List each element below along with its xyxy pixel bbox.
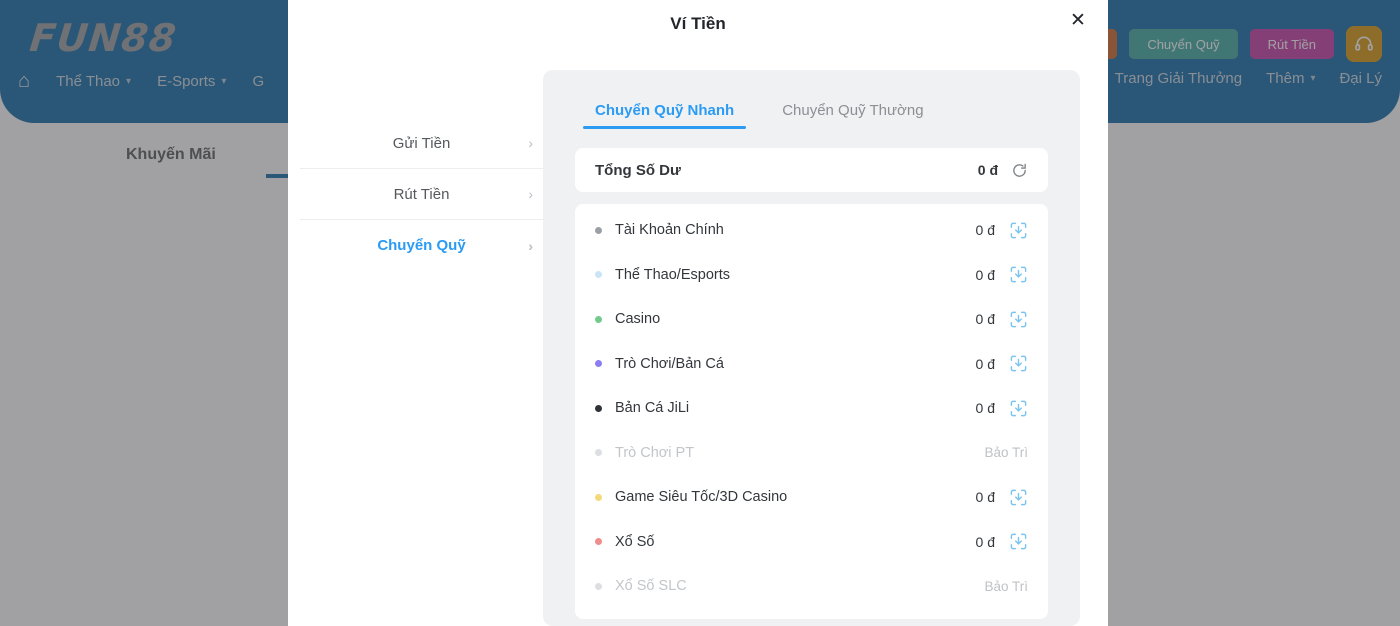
wallet-name: Game Siêu Tốc/3D Casino — [615, 489, 788, 506]
wallet-name: Trò Chơi PT — [615, 444, 695, 461]
transfer-tab-bar: Chuyển Quỹ Nhanh Chuyển Quỹ Thường — [582, 70, 1048, 129]
sidebar-item-label: Rút Tiền — [393, 185, 450, 203]
wallet-content-panel: Chuyển Quỹ Nhanh Chuyển Quỹ Thường Tổng … — [543, 70, 1080, 626]
download-to-tray-icon[interactable] — [1009, 488, 1028, 507]
wallet-row-right: 0 đ — [976, 265, 1028, 284]
wallet-color-dot — [595, 493, 602, 501]
total-balance-card: Tổng Số Dư 0 đ — [575, 148, 1048, 192]
wallet-color-dot — [595, 538, 602, 546]
sidebar-item-label: Chuyển Quỹ — [377, 237, 466, 254]
wallet-name: Bản Cá JiLi — [615, 400, 690, 417]
wallet-amount: 0 đ — [975, 489, 995, 506]
modal-title: Ví Tiền — [670, 14, 726, 33]
chevron-right-icon: › — [528, 135, 533, 151]
wallet-color-dot — [595, 582, 602, 590]
wallet-name: Tài Khoản Chính — [615, 222, 724, 239]
download-to-tray-icon[interactable] — [1009, 310, 1028, 329]
sidebar-item-chuyen-quy[interactable]: Chuyển Quỹ › — [300, 220, 543, 271]
close-icon[interactable]: ✕ — [1064, 6, 1092, 34]
modal-header: Ví Tiền ✕ — [288, 0, 1108, 48]
wallet-color-dot — [595, 360, 602, 368]
wallet-row-right: Bảo Trì — [984, 445, 1028, 460]
wallet-amount: 0 đ — [975, 222, 995, 239]
wallet-row-right: 0 đ — [976, 221, 1028, 240]
wallet-row: Xổ Số 0 đ — [595, 520, 1028, 565]
wallet-amount: 0 đ — [975, 355, 995, 372]
wallet-status-badge: Bảo Trì — [984, 578, 1028, 594]
wallet-color-dot — [595, 226, 602, 234]
wallet-name: Trò Chơi/Bản Cá — [615, 355, 724, 372]
wallet-amount: 0 đ — [975, 266, 995, 283]
download-to-tray-icon[interactable] — [1009, 399, 1028, 418]
wallet-row: Bản Cá JiLi 0 đ — [595, 386, 1028, 431]
chevron-right-icon: › — [528, 237, 533, 254]
total-balance-amount: 0 đ — [977, 162, 998, 178]
total-balance-label: Tổng Số Dư — [595, 161, 681, 179]
modal-body: Gửi Tiền › Rút Tiền › Chuyển Quỹ › Chuyể… — [288, 48, 1108, 626]
wallet-row: Game Siêu Tốc/3D Casino 0 đ — [595, 475, 1028, 520]
wallet-row-right: 0 đ — [976, 399, 1028, 418]
download-to-tray-icon[interactable] — [1009, 354, 1028, 373]
wallet-row: Tài Khoản Chính 0 đ — [595, 208, 1028, 253]
wallet-row: Casino 0 đ — [595, 297, 1028, 342]
wallet-row-right: 0 đ — [976, 310, 1028, 329]
wallet-amount: 0 đ — [975, 311, 995, 328]
wallet-name: Casino — [615, 311, 661, 328]
wallet-row-right: Bảo Trì — [984, 579, 1028, 594]
wallet-name: Xổ Số SLC — [615, 578, 687, 595]
wallet-sidebar: Gửi Tiền › Rút Tiền › Chuyển Quỹ › — [300, 70, 543, 626]
tab-chuyen-quy-nhanh[interactable]: Chuyển Quỹ Nhanh — [582, 90, 747, 129]
wallet-modal: Ví Tiền ✕ Gửi Tiền › Rút Tiền › Chuyển Q… — [288, 0, 1108, 626]
wallet-name: Thể Thao/Esports — [615, 266, 730, 283]
refresh-icon[interactable] — [1011, 162, 1028, 179]
wallet-list-card: Tài Khoản Chính 0 đ Thể Thao/Esports 0 đ Cas… — [575, 204, 1048, 619]
wallet-color-dot — [595, 404, 602, 412]
wallet-row: Thể Thao/Esports 0 đ — [595, 253, 1028, 298]
wallet-row: Trò Chơi PT Bảo Trì — [595, 431, 1028, 476]
sidebar-item-label: Gửi Tiền — [392, 134, 451, 152]
sidebar-item-gui-tien[interactable]: Gửi Tiền › — [300, 118, 543, 169]
wallet-row: Trò Chơi/Bản Cá 0 đ — [595, 342, 1028, 387]
wallet-color-dot — [595, 271, 602, 279]
wallet-row-right: 0 đ — [976, 354, 1028, 373]
wallet-color-dot — [595, 315, 602, 323]
download-to-tray-icon[interactable] — [1009, 221, 1028, 240]
wallet-amount: 0 đ — [975, 533, 995, 550]
chevron-right-icon: › — [528, 186, 533, 202]
wallet-status-badge: Bảo Trì — [984, 445, 1028, 461]
wallet-name: Xổ Số — [615, 533, 655, 550]
wallet-color-dot — [595, 449, 602, 457]
download-to-tray-icon[interactable] — [1009, 265, 1028, 284]
download-to-tray-icon[interactable] — [1009, 532, 1028, 551]
wallet-row: Xổ Số SLC Bảo Trì — [595, 564, 1028, 609]
tab-chuyen-quy-thuong[interactable]: Chuyển Quỹ Thường — [778, 90, 927, 129]
wallet-row-right: 0 đ — [976, 532, 1028, 551]
wallet-amount: 0 đ — [975, 400, 995, 417]
wallet-row-right: 0 đ — [976, 488, 1028, 507]
sidebar-item-rut-tien[interactable]: Rút Tiền › — [300, 169, 543, 220]
